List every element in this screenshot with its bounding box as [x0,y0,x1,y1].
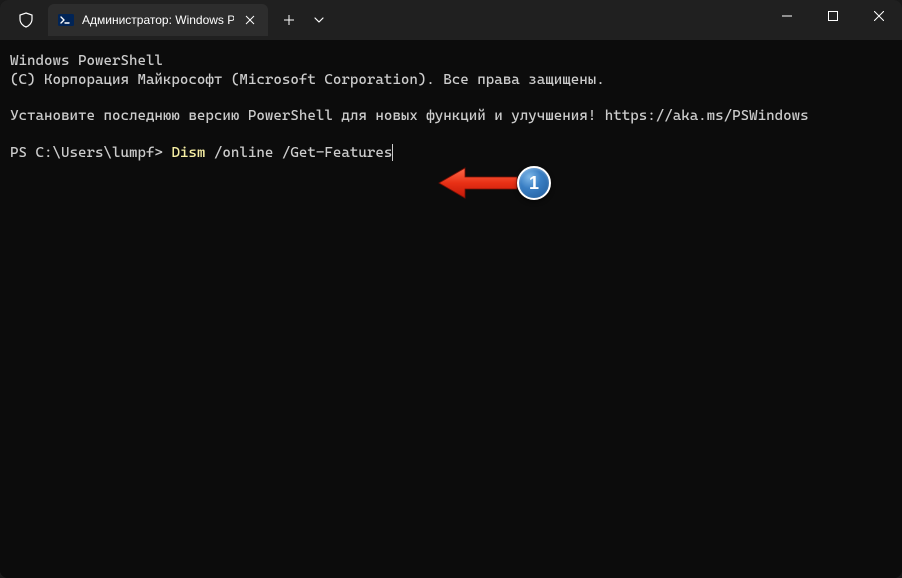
prompt-line: PS C:\Users\lumpf> Dism /online /Get-Fea… [10,144,892,163]
tab-title: Администратор: Windows Po [82,13,234,27]
new-tab-button[interactable] [274,5,304,35]
titlebar: Администратор: Windows Po [0,0,902,40]
terminal-body[interactable]: Windows PowerShell (C) Корпорация Майкро… [0,40,902,578]
text-cursor [392,144,393,161]
command-args: /online /Get-Features [205,145,392,161]
command-name: Dism [171,145,205,161]
output-line: (C) Корпорация Майкрософт (Microsoft Cor… [10,71,892,90]
admin-shield-icon [8,4,44,36]
terminal-tab[interactable]: Администратор: Windows Po [48,4,268,36]
tab-dropdown-button[interactable] [304,5,334,35]
tab-strip: Администратор: Windows Po [0,0,334,40]
close-button[interactable] [856,0,902,32]
powershell-icon [58,12,74,28]
terminal-window: Администратор: Windows Po [0,0,902,578]
minimize-button[interactable] [764,0,810,32]
tab-close-button[interactable] [242,12,258,28]
maximize-button[interactable] [810,0,856,32]
prompt-text: PS C:\Users\lumpf> [10,145,171,161]
output-line: Установите последнюю версию PowerShell д… [10,107,892,126]
window-controls [764,0,902,40]
output-line: Windows PowerShell [10,52,892,71]
